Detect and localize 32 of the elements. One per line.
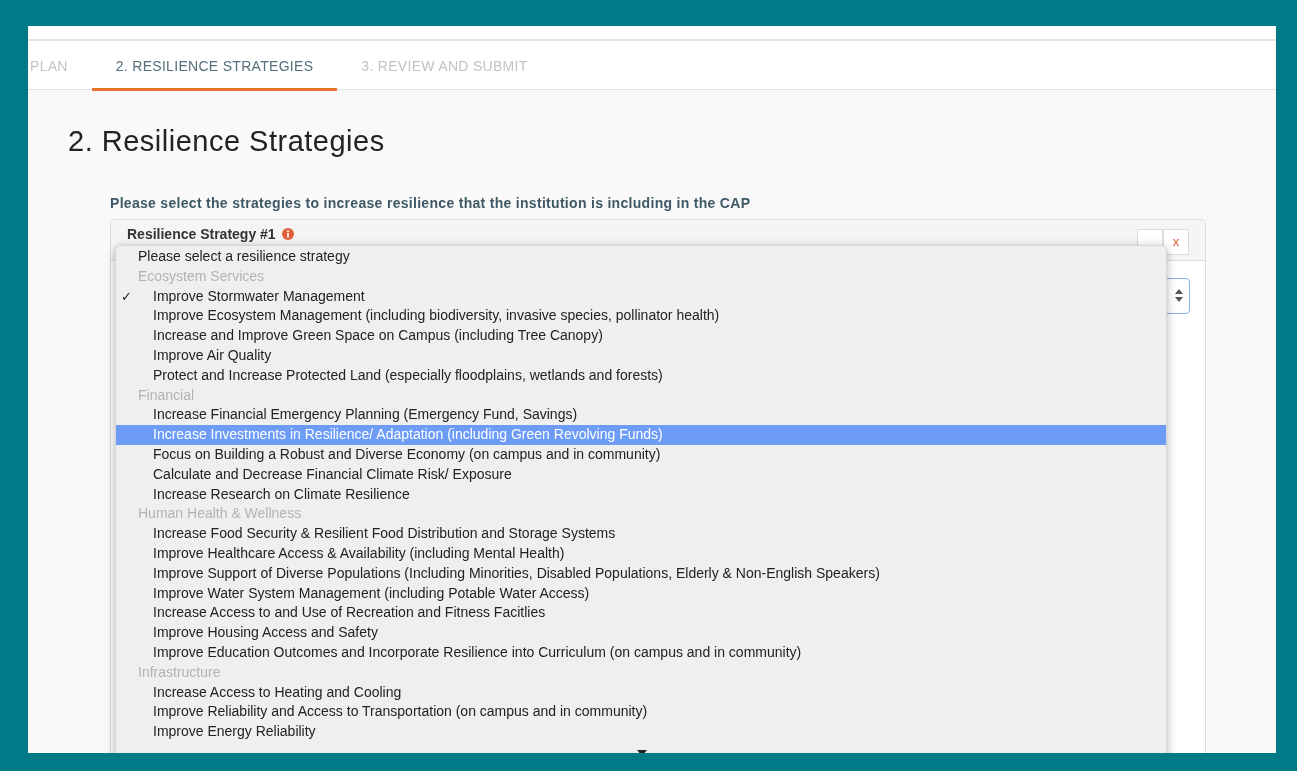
dropdown-option[interactable]: Improve Ecosystem Management (including biodiversity, invasive species, pollinator health) [116,306,1166,327]
dropdown-option[interactable]: Improve Housing Access and Safety [116,623,1166,643]
dropdown-option[interactable]: Increase and Improve Green Space on Campus (including Tree Canopy) [116,326,1166,346]
dropdown-option[interactable]: Calculate and Decrease Financial Climate Risk/ Exposure [116,464,1166,485]
checkmark-icon: ✓ [121,286,132,307]
dropdown-option[interactable]: Improve Education Outcomes and Incorporate Resilience into Curriculum (on campus and in community) [116,642,1166,663]
remove-button[interactable]: x [1163,228,1189,255]
step-tab[interactable]: 2. RESILIENCE STRATEGIES [91,41,338,91]
dropdown-option[interactable]: Increase Research on Climate Resilience [116,484,1166,505]
info-icon [281,227,294,240]
option-group-label: Human Health & Wellness [137,504,303,524]
dropdown-option[interactable]: Increase Access to Heating and Cooling [116,682,1166,703]
dropdown-option[interactable]: Focus on Building a Robust and Diverse Economy (on campus and in community) [116,444,1166,465]
option-group-label: Financial [137,385,196,405]
dropdown-option[interactable]: ✓ Improve Stormwater Management [116,286,1166,307]
panel-title: Resilience Strategy #1 [127,225,276,242]
dropdown-option[interactable]: Increase Financial Emergency Planning (Emergency Fund, Savings) [116,405,1166,426]
dropdown-option[interactable]: Increase Food Security & Resilient Food Distribution and Storage Systems [116,524,1166,544]
dropdown-option[interactable]: Improve Healthcare Access & Availability (including Mental Health) [116,543,1166,564]
option-group-label: Infrastructure [137,662,222,682]
dropdown-option[interactable]: Improve Energy Reliability [116,722,1166,742]
dropdown-option[interactable]: Improve Water System Management (including Potable Water Access) [116,583,1166,604]
updown-icon [1175,289,1183,302]
dropdown-option[interactable]: Improve Air Quality [116,346,1166,366]
dropdown-option[interactable]: Improve Support of Diverse Populations (Including Minorities, Disabled Populations, Elderly & Non-English Speakers) [116,563,1166,584]
page-heading: 2. Resilience Strategies [68,124,385,159]
prompt-label: Please select the strategies to increase resilience that the institution is including in the CAP [110,193,751,213]
option-group-label: Ecosystem Services [137,266,266,286]
dropdown-option[interactable]: Increase Access to and Use of Recreation and Fitness Facitlies [116,603,1166,624]
dropdown-option[interactable]: Protect and Increase Protected Land (especially floodplains, wetlands and forests) [116,365,1166,386]
dropdown-option[interactable]: Improve Reliability and Access to Transportation (on campus and in community) [116,702,1166,723]
dropdown-option[interactable]: Please select a resilience strategy [116,247,1166,267]
